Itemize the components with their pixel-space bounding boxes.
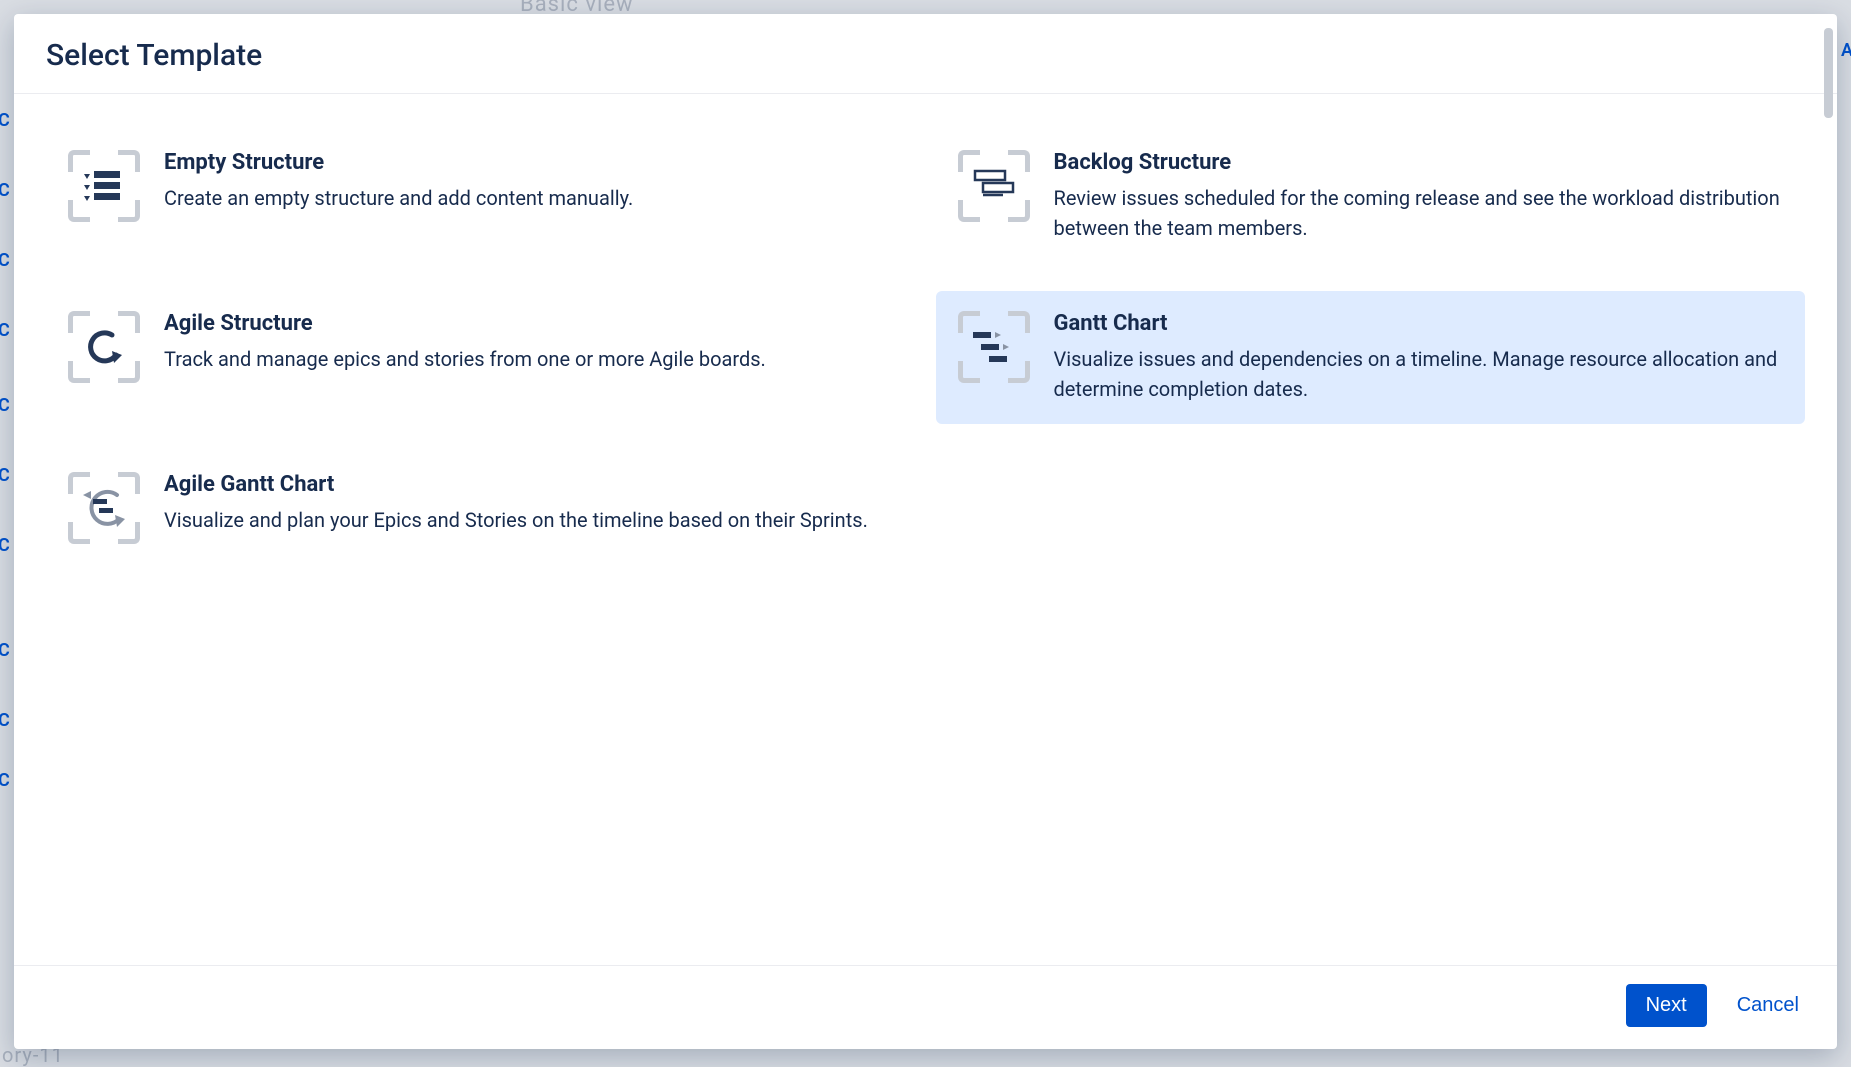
template-card-gantt-chart[interactable]: Gantt Chart Visualize issues and depende… xyxy=(936,291,1806,424)
template-title: Agile Gantt Chart xyxy=(164,472,894,497)
modal-header: Select Template xyxy=(14,14,1837,94)
template-card-agile-gantt-chart[interactable]: Agile Gantt Chart Visualize and plan you… xyxy=(46,452,916,564)
template-description: Visualize issues and dependencies on a t… xyxy=(1054,344,1784,404)
gantt-chart-icon xyxy=(958,311,1030,383)
modal-footer: Next Cancel xyxy=(14,965,1837,1049)
bg-row-marker: C xyxy=(0,710,10,731)
bg-row-marker: C xyxy=(0,180,10,201)
template-description: Visualize and plan your Epics and Storie… xyxy=(164,505,894,535)
select-template-modal: Select Template Empty Str xyxy=(14,14,1837,1049)
scrollbar[interactable] xyxy=(1824,28,1833,118)
agile-gantt-chart-icon xyxy=(68,472,140,544)
agile-structure-icon xyxy=(68,311,140,383)
cancel-button[interactable]: Cancel xyxy=(1731,984,1805,1027)
template-grid: Empty Structure Create an empty structur… xyxy=(46,130,1805,564)
template-title: Gantt Chart xyxy=(1054,311,1784,336)
bg-row-marker: C xyxy=(0,320,10,341)
bg-row-marker: C xyxy=(0,250,10,271)
backlog-structure-icon xyxy=(958,150,1030,222)
bg-row-marker: C xyxy=(0,535,10,556)
template-description: Create an empty structure and add conten… xyxy=(164,183,894,213)
template-card-backlog-structure[interactable]: Backlog Structure Review issues schedule… xyxy=(936,130,1806,263)
bg-row-marker: C xyxy=(0,770,10,791)
bg-row-marker: C xyxy=(0,395,10,416)
template-card-agile-structure[interactable]: Agile Structure Track and manage epics a… xyxy=(46,291,916,424)
template-card-empty-structure[interactable]: Empty Structure Create an empty structur… xyxy=(46,130,916,263)
bg-right-marker: A xyxy=(1841,40,1851,61)
bg-row-marker: C xyxy=(0,110,10,131)
template-title: Backlog Structure xyxy=(1054,150,1784,175)
template-title: Empty Structure xyxy=(164,150,894,175)
template-description: Review issues scheduled for the coming r… xyxy=(1054,183,1784,243)
bg-row-marker: C xyxy=(0,640,10,661)
template-description: Track and manage epics and stories from … xyxy=(164,344,894,374)
modal-body: Empty Structure Create an empty structur… xyxy=(14,94,1837,965)
empty-structure-icon xyxy=(68,150,140,222)
modal-title: Select Template xyxy=(46,38,1805,73)
bg-row-marker: C xyxy=(0,465,10,486)
next-button[interactable]: Next xyxy=(1626,984,1707,1027)
template-title: Agile Structure xyxy=(164,311,894,336)
